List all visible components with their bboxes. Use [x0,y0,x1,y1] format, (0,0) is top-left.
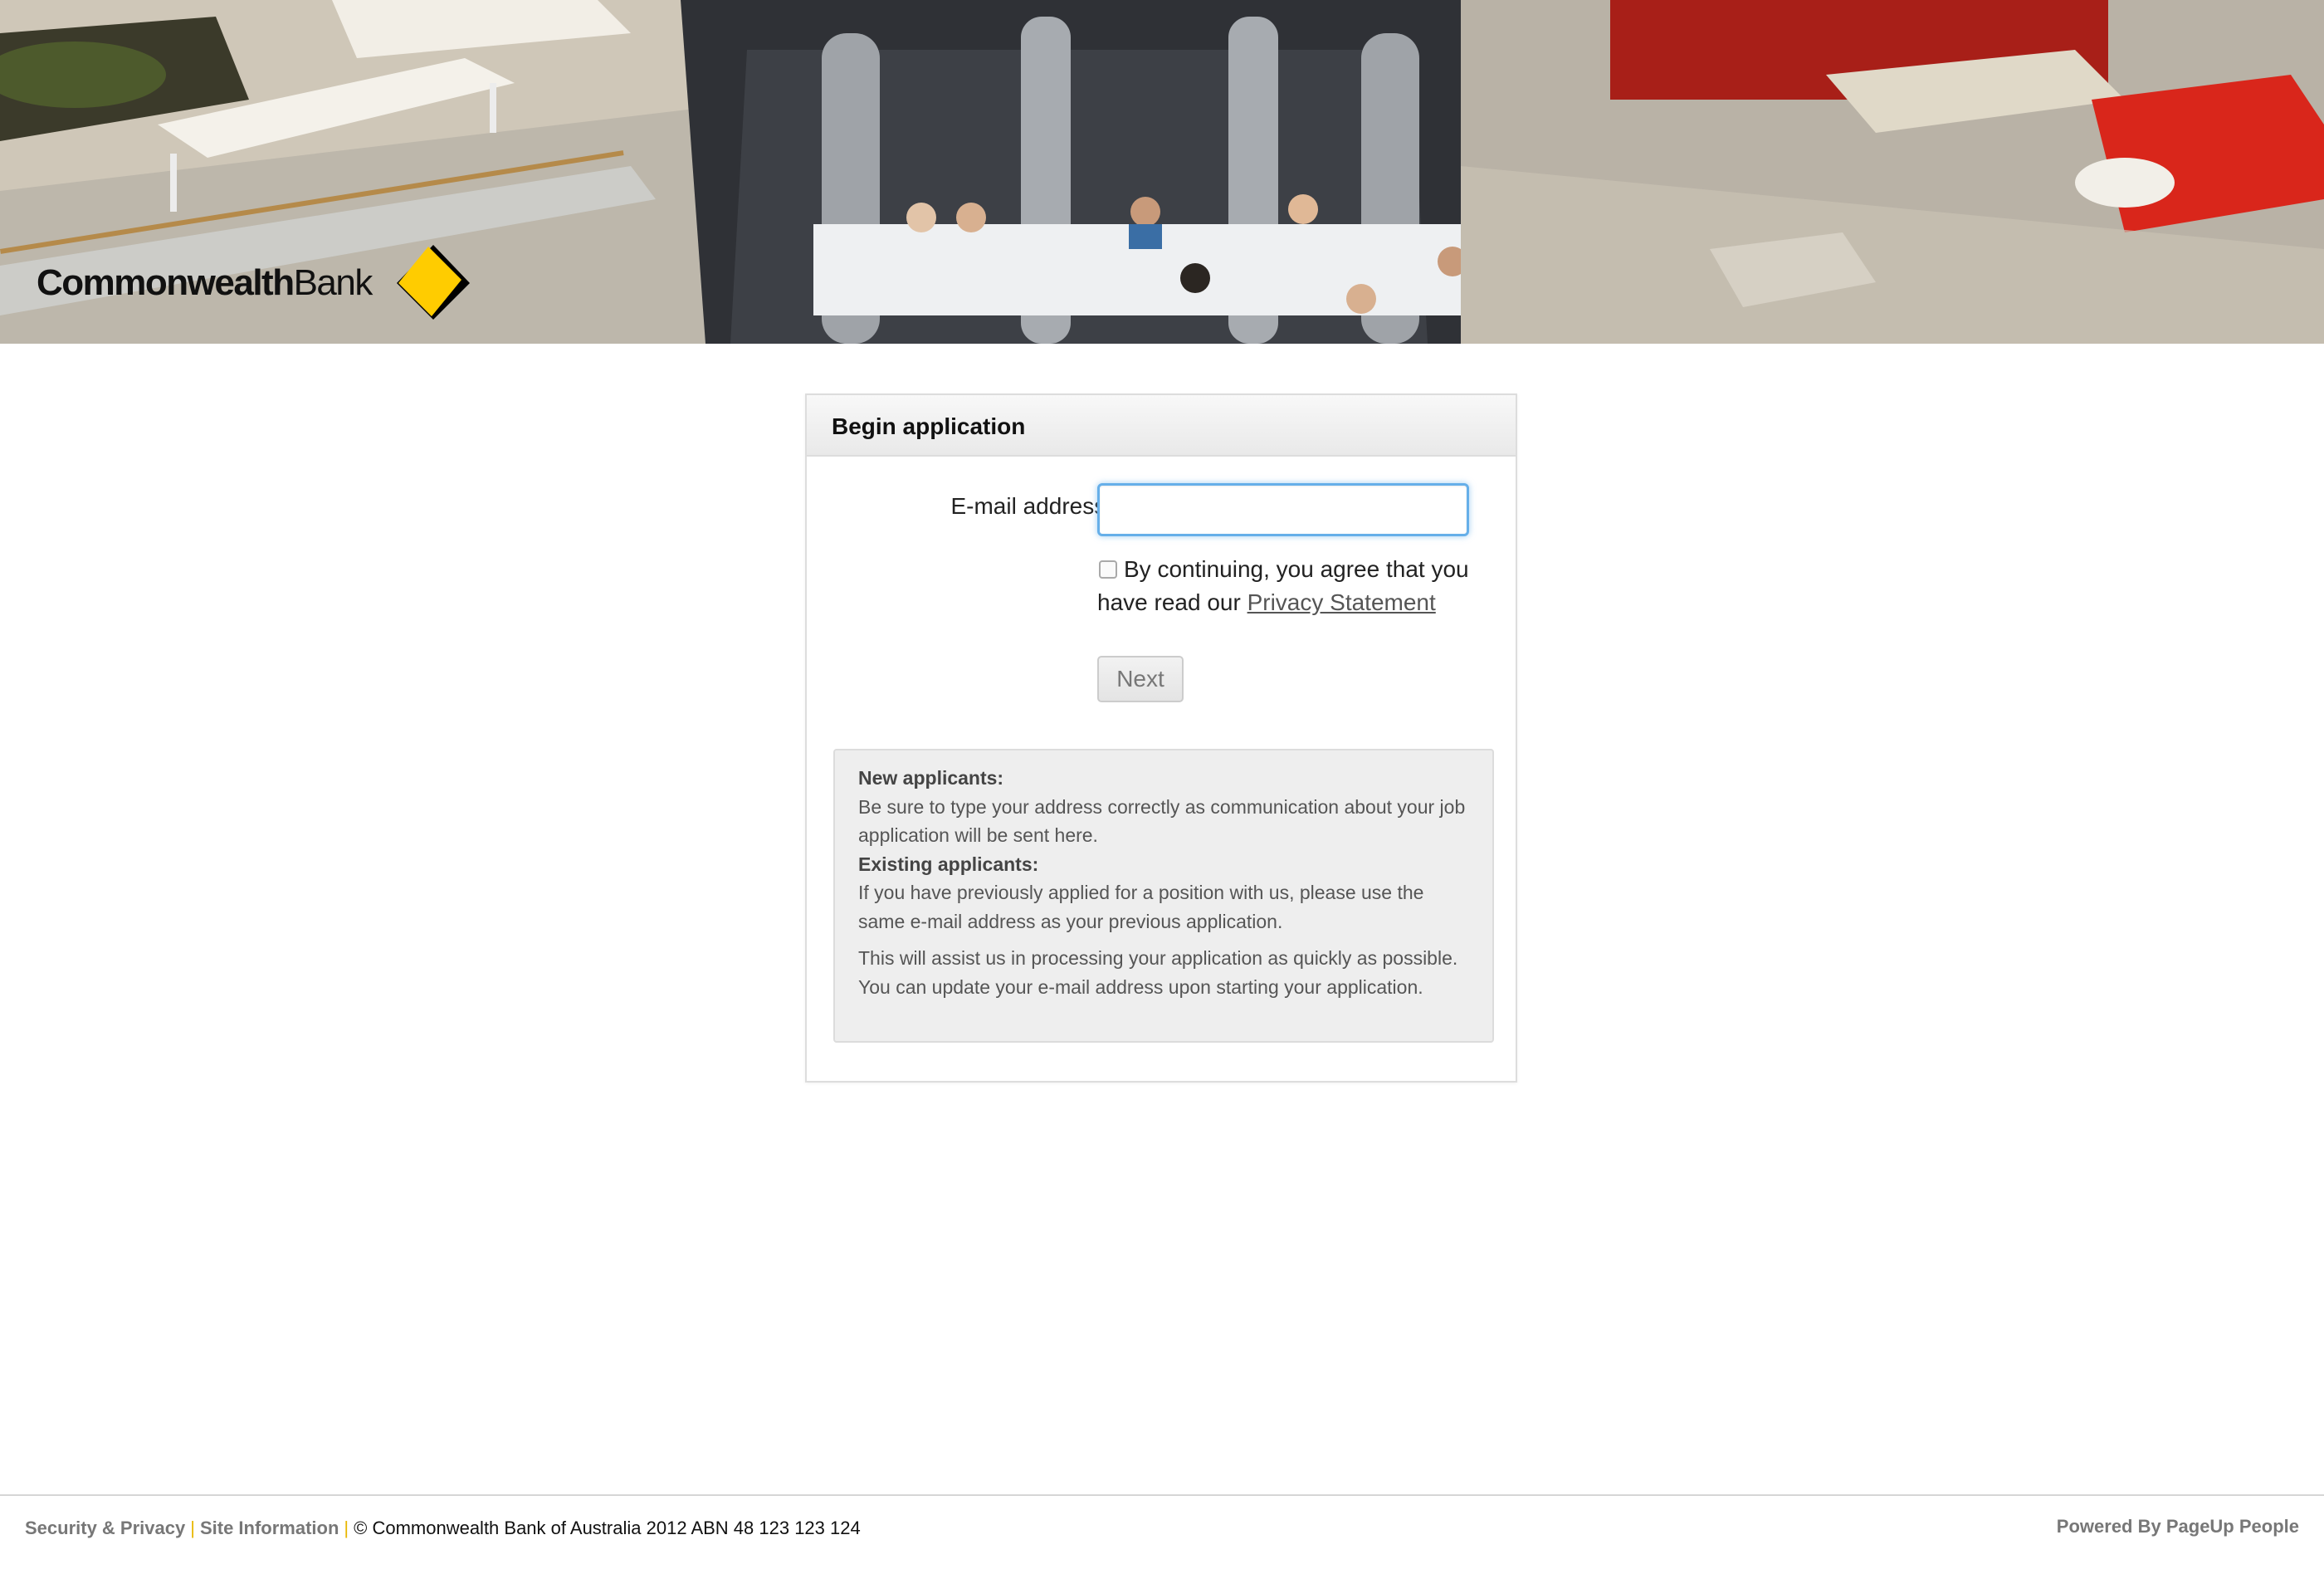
new-applicants-heading: New applicants: [858,767,1004,789]
agreement-row: By continuing, you agree that you have r… [1097,553,1496,619]
powered-by-text: Powered By PageUp People [2056,1516,2299,1537]
diamond-logo-icon [396,245,470,320]
logo-wordmark-bold: Commonwealth [37,262,295,303]
footer-links: Security & Privacy | Site Information | © Co… [25,1518,861,1539]
new-applicants-text: Be sure to type your address correctly a… [858,795,1466,847]
panel-title: Begin application [832,413,1026,439]
security-privacy-link[interactable]: Security & Privacy [25,1518,185,1538]
email-input[interactable] [1097,483,1469,536]
assist-text: This will assist us in processing your a… [858,947,1458,998]
logo-wordmark-light: Bank [293,262,374,303]
commonwealth-bank-logo[interactable]: CommonwealthBank [37,245,471,320]
header-banner: CommonwealthBank [0,0,2324,344]
applicant-info-box: New applicants: Be sure to type your add… [833,749,1494,1043]
copyright-text: © Commonwealth Bank of Australia 2012 AB… [354,1518,861,1538]
logo-wordmark: CommonwealthBank [37,262,374,303]
privacy-statement-link[interactable]: Privacy Statement [1247,589,1436,615]
begin-application-panel: Begin application E-mail address: By con… [805,394,1517,1083]
next-button[interactable]: Next [1097,656,1184,702]
panel-header: Begin application [807,395,1516,457]
site-information-link[interactable]: Site Information [200,1518,339,1538]
footer-separator: | [190,1518,195,1538]
footer-separator: | [344,1518,349,1538]
existing-applicants-text: If you have previously applied for a pos… [858,882,1424,932]
footer: Security & Privacy | Site Information | © Co… [0,1494,2324,1574]
existing-applicants-heading: Existing applicants: [858,853,1039,875]
email-label: E-mail address: [950,493,1112,519]
agree-checkbox[interactable] [1099,560,1117,579]
